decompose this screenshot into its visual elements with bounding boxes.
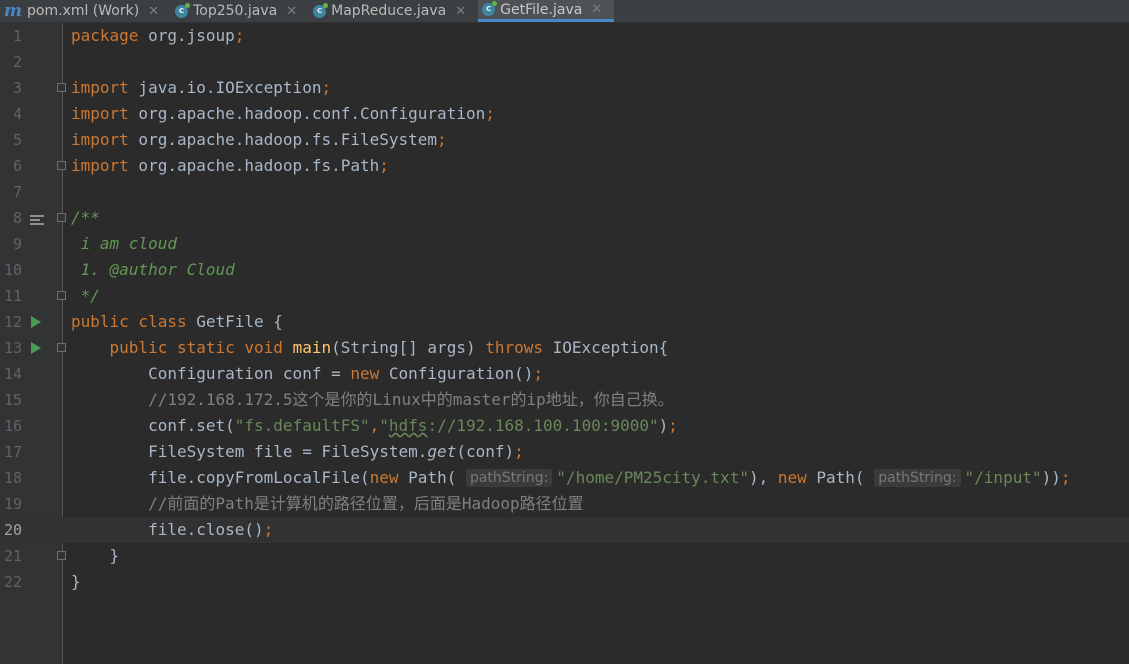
line-number: 21 <box>3 547 22 565</box>
code-line[interactable]: 9 i am cloud <box>0 231 1129 257</box>
code-line[interactable]: 21 } <box>0 543 1129 569</box>
code-text: import java.io.IOException; <box>71 78 332 97</box>
code-line[interactable]: 17 FileSystem file = FileSystem.get(conf… <box>0 439 1129 465</box>
rendered-doc-toggle-icon[interactable] <box>30 213 44 227</box>
line-number: 17 <box>3 443 22 461</box>
code-line[interactable]: 3 import java.io.IOException; <box>0 75 1129 101</box>
close-icon[interactable]: ✕ <box>148 4 159 19</box>
line-number: 10 <box>3 261 22 279</box>
code-text: Configuration conf = new Configuration()… <box>148 364 544 383</box>
fold-icon[interactable] <box>57 83 66 92</box>
line-number: 19 <box>3 495 22 513</box>
code-line[interactable]: 12 public class GetFile { <box>0 309 1129 335</box>
tab-pom-xml[interactable]: m pom.xml (Work) ✕ <box>0 0 171 22</box>
line-number: 13 <box>3 339 22 357</box>
tab-label: Top250.java <box>193 3 278 19</box>
tab-label: pom.xml (Work) <box>27 3 140 19</box>
code-text: //前面的Path是计算机的路径位置，后面是Hadoop路径位置 <box>148 494 584 513</box>
code-line[interactable]: 18 file.copyFromLocalFile(new Path( path… <box>0 465 1129 491</box>
code-editor[interactable]: 1 package org.jsoup; 2 3 import java.io.… <box>0 23 1129 664</box>
fold-icon[interactable] <box>57 213 66 222</box>
editor-tab-bar: m pom.xml (Work) ✕ c Top250.java ✕ c Map… <box>0 0 1129 23</box>
tab-mapreduce-java[interactable]: c MapReduce.java ✕ <box>309 0 478 22</box>
code-text: import org.apache.hadoop.fs.FileSystem; <box>71 130 447 149</box>
tab-label: GetFile.java <box>500 1 583 18</box>
fold-icon[interactable] <box>57 161 66 170</box>
code-text: i am cloud <box>71 234 177 253</box>
code-text: public class GetFile { <box>71 312 283 331</box>
parameter-hint: pathString: <box>465 469 553 487</box>
tab-top250-java[interactable]: c Top250.java ✕ <box>171 0 309 22</box>
fold-icon[interactable] <box>57 551 66 560</box>
tab-getfile-java[interactable]: c GetFile.java ✕ <box>478 0 615 22</box>
java-class-icon: c <box>482 1 498 16</box>
code-text: conf.set("fs.defaultFS","hdfs://192.168.… <box>148 416 678 435</box>
close-icon[interactable]: ✕ <box>591 2 602 17</box>
code-line[interactable]: 22 } <box>0 569 1129 595</box>
code-line[interactable]: 13 public static void main(String[] args… <box>0 335 1129 361</box>
java-class-icon: c <box>313 2 329 18</box>
run-icon[interactable] <box>31 316 41 328</box>
code-line[interactable]: 11 */ <box>0 283 1129 309</box>
line-number: 4 <box>12 105 22 123</box>
run-icon[interactable] <box>31 342 41 354</box>
code-text: import org.apache.hadoop.conf.Configurat… <box>71 104 495 123</box>
code-line[interactable]: 8 /** <box>0 205 1129 231</box>
code-text: */ <box>71 286 100 305</box>
line-number: 12 <box>3 313 22 331</box>
code-text: //192.168.172.5这个是你的Linux中的master的ip地址，你… <box>148 390 674 409</box>
line-number: 1 <box>12 27 22 45</box>
code-text: } <box>109 546 120 565</box>
code-text: /** <box>71 208 100 227</box>
current-code-line[interactable]: 20 file.close(); <box>0 517 1129 543</box>
close-icon[interactable]: ✕ <box>455 4 466 19</box>
maven-icon: m <box>4 1 22 21</box>
line-number: 3 <box>12 79 22 97</box>
java-class-icon: c <box>175 2 191 18</box>
code-line[interactable]: 19 //前面的Path是计算机的路径位置，后面是Hadoop路径位置 <box>0 491 1129 517</box>
code-text: public static void main(String[] args) t… <box>109 338 669 357</box>
code-text: package org.jsoup; <box>71 26 245 45</box>
code-text: file.close(); <box>148 520 274 539</box>
line-number: 11 <box>3 287 22 305</box>
line-number: 6 <box>12 157 22 175</box>
parameter-hint: pathString: <box>874 469 961 487</box>
close-icon[interactable]: ✕ <box>286 4 297 19</box>
line-number: 15 <box>3 391 22 409</box>
code-line[interactable]: 15 //192.168.172.5这个是你的Linux中的master的ip地… <box>0 387 1129 413</box>
line-number: 22 <box>3 573 22 591</box>
tab-label: MapReduce.java <box>331 3 447 19</box>
code-line[interactable]: 7 <box>0 179 1129 205</box>
code-line[interactable]: 14 Configuration conf = new Configuratio… <box>0 361 1129 387</box>
fold-icon[interactable] <box>57 291 66 300</box>
code-line[interactable]: 4 import org.apache.hadoop.conf.Configur… <box>0 101 1129 127</box>
line-number: 8 <box>12 209 22 227</box>
code-text: FileSystem file = FileSystem.get(conf); <box>148 442 524 461</box>
code-line[interactable]: 6 import org.apache.hadoop.fs.Path; <box>0 153 1129 179</box>
line-number: 18 <box>3 469 22 487</box>
code-line[interactable]: 10 1. @author Cloud <box>0 257 1129 283</box>
code-text: file.copyFromLocalFile(new Path( pathStr… <box>148 468 1071 487</box>
line-number: 20 <box>3 521 22 539</box>
code-line[interactable]: 2 <box>0 49 1129 75</box>
line-number: 7 <box>12 183 22 201</box>
fold-icon[interactable] <box>57 343 66 352</box>
code-line[interactable]: 1 package org.jsoup; <box>0 23 1129 49</box>
line-number: 9 <box>12 235 22 253</box>
line-number: 2 <box>12 53 22 71</box>
line-number: 5 <box>12 131 22 149</box>
code-text: } <box>71 572 81 591</box>
line-number: 14 <box>3 365 22 383</box>
code-line[interactable]: 16 conf.set("fs.defaultFS","hdfs://192.1… <box>0 413 1129 439</box>
code-text: import org.apache.hadoop.fs.Path; <box>71 156 389 175</box>
code-text: 1. @author Cloud <box>71 260 235 279</box>
code-line[interactable]: 5 import org.apache.hadoop.fs.FileSystem… <box>0 127 1129 153</box>
line-number: 16 <box>3 417 22 435</box>
